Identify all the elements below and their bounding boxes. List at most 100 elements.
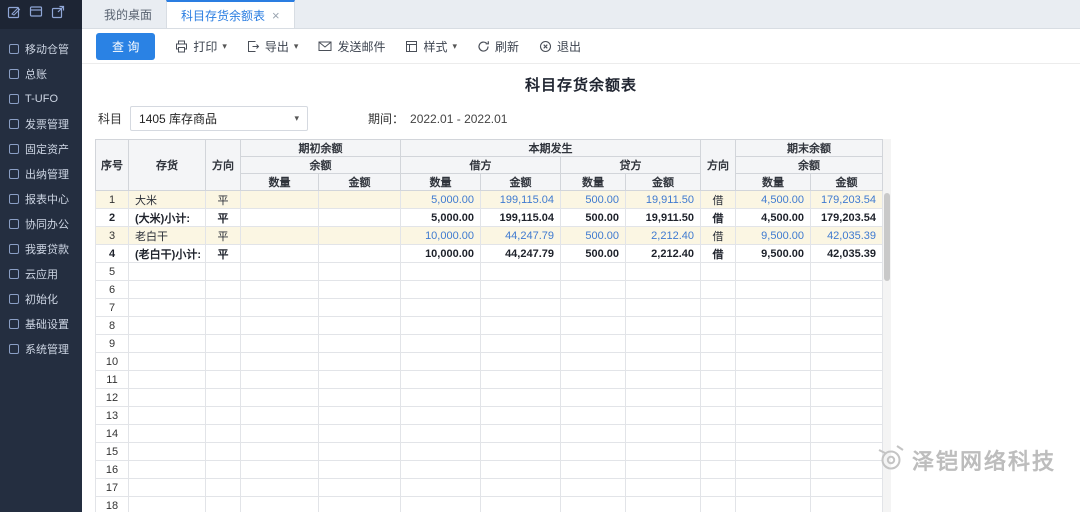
cell-crd_qty[interactable] [561, 281, 626, 299]
panel-icon[interactable] [29, 5, 43, 24]
cell-beg_qty[interactable] [241, 209, 319, 227]
cell-inventory[interactable]: (大米)小计: [129, 209, 206, 227]
cell-beg_amt[interactable] [319, 263, 401, 281]
table-row[interactable]: 9 [96, 335, 883, 353]
cell-end_amt[interactable] [811, 353, 883, 371]
cell-dir1[interactable] [206, 479, 241, 497]
cell-inventory[interactable]: 老白干 [129, 227, 206, 245]
cell-crd_qty[interactable] [561, 299, 626, 317]
sidebar-item-12[interactable]: 基础设置 [0, 311, 82, 336]
cell-inventory[interactable] [129, 335, 206, 353]
cell-end_qty[interactable]: 9,500.00 [736, 227, 811, 245]
cell-dir1[interactable]: 平 [206, 191, 241, 209]
cell-crd_amt[interactable]: 19,911.50 [626, 209, 701, 227]
cell-seq[interactable]: 9 [96, 335, 129, 353]
cell-deb_qty[interactable] [401, 353, 481, 371]
cell-end_amt[interactable]: 42,035.39 [811, 245, 883, 263]
cell-dir2[interactable] [701, 263, 736, 281]
cell-crd_qty[interactable] [561, 425, 626, 443]
cell-end_amt[interactable] [811, 479, 883, 497]
cell-inventory[interactable] [129, 425, 206, 443]
cell-seq[interactable]: 12 [96, 389, 129, 407]
cell-end_amt[interactable] [811, 281, 883, 299]
cell-end_qty[interactable] [736, 371, 811, 389]
cell-beg_qty[interactable] [241, 317, 319, 335]
cell-end_amt[interactable] [811, 263, 883, 281]
tab-my-desktop[interactable]: 我的桌面 [90, 0, 166, 28]
cell-end_qty[interactable] [736, 443, 811, 461]
cell-inventory[interactable] [129, 443, 206, 461]
export-button[interactable]: 导出▾ [247, 38, 299, 55]
table-row[interactable]: 7 [96, 299, 883, 317]
sidebar-item-9[interactable]: 我要贷款 [0, 236, 82, 261]
cell-seq[interactable]: 5 [96, 263, 129, 281]
cell-end_qty[interactable] [736, 317, 811, 335]
cell-seq[interactable]: 11 [96, 371, 129, 389]
cell-end_amt[interactable]: 179,203.54 [811, 191, 883, 209]
cell-end_qty[interactable]: 4,500.00 [736, 191, 811, 209]
cell-beg_amt[interactable] [319, 281, 401, 299]
cell-end_amt[interactable] [811, 461, 883, 479]
cell-beg_amt[interactable] [319, 497, 401, 512]
cell-inventory[interactable] [129, 407, 206, 425]
cell-crd_amt[interactable] [626, 407, 701, 425]
cell-dir1[interactable] [206, 281, 241, 299]
cell-crd_qty[interactable] [561, 497, 626, 512]
cell-end_qty[interactable]: 4,500.00 [736, 209, 811, 227]
table-row[interactable]: 10 [96, 353, 883, 371]
cell-dir2[interactable]: 借 [701, 245, 736, 263]
compose-icon[interactable] [7, 5, 21, 24]
cell-deb_qty[interactable] [401, 479, 481, 497]
cell-end_amt[interactable] [811, 389, 883, 407]
cell-dir2[interactable] [701, 281, 736, 299]
cell-deb_amt[interactable] [481, 353, 561, 371]
cell-deb_qty[interactable] [401, 407, 481, 425]
cell-crd_amt[interactable] [626, 281, 701, 299]
cell-deb_amt[interactable]: 44,247.79 [481, 245, 561, 263]
cell-deb_qty[interactable] [401, 281, 481, 299]
cell-crd_amt[interactable] [626, 353, 701, 371]
send-mail-button[interactable]: 发送邮件 [318, 38, 385, 55]
cell-inventory[interactable] [129, 497, 206, 512]
cell-dir2[interactable] [701, 443, 736, 461]
external-link-icon[interactable] [51, 5, 65, 24]
scrollbar-thumb[interactable] [884, 193, 890, 281]
cell-crd_qty[interactable] [561, 443, 626, 461]
cell-crd_amt[interactable] [626, 263, 701, 281]
cell-deb_amt[interactable] [481, 317, 561, 335]
cell-seq[interactable]: 2 [96, 209, 129, 227]
cell-inventory[interactable] [129, 389, 206, 407]
cell-deb_amt[interactable]: 199,115.04 [481, 209, 561, 227]
cell-inventory[interactable] [129, 281, 206, 299]
cell-deb_qty[interactable]: 5,000.00 [401, 209, 481, 227]
cell-crd_qty[interactable]: 500.00 [561, 209, 626, 227]
table-row[interactable]: 8 [96, 317, 883, 335]
cell-crd_amt[interactable] [626, 371, 701, 389]
cell-crd_amt[interactable] [626, 335, 701, 353]
cell-end_amt[interactable] [811, 371, 883, 389]
cell-crd_qty[interactable] [561, 317, 626, 335]
cell-inventory[interactable] [129, 461, 206, 479]
cell-end_qty[interactable]: 9,500.00 [736, 245, 811, 263]
cell-crd_amt[interactable]: 2,212.40 [626, 245, 701, 263]
table-scrollbar[interactable] [883, 139, 891, 512]
cell-end_qty[interactable] [736, 263, 811, 281]
cell-crd_amt[interactable] [626, 443, 701, 461]
table-row[interactable]: 6 [96, 281, 883, 299]
cell-inventory[interactable] [129, 479, 206, 497]
cell-crd_qty[interactable] [561, 263, 626, 281]
cell-dir1[interactable] [206, 335, 241, 353]
cell-deb_qty[interactable]: 5,000.00 [401, 191, 481, 209]
table-row[interactable]: 12 [96, 389, 883, 407]
cell-beg_qty[interactable] [241, 461, 319, 479]
cell-deb_amt[interactable]: 44,247.79 [481, 227, 561, 245]
cell-deb_amt[interactable] [481, 299, 561, 317]
cell-seq[interactable]: 15 [96, 443, 129, 461]
cell-inventory[interactable] [129, 299, 206, 317]
cell-dir2[interactable]: 借 [701, 209, 736, 227]
cell-seq[interactable]: 17 [96, 479, 129, 497]
cell-end_amt[interactable] [811, 497, 883, 512]
cell-crd_qty[interactable] [561, 389, 626, 407]
cell-crd_amt[interactable]: 2,212.40 [626, 227, 701, 245]
cell-seq[interactable]: 18 [96, 497, 129, 512]
